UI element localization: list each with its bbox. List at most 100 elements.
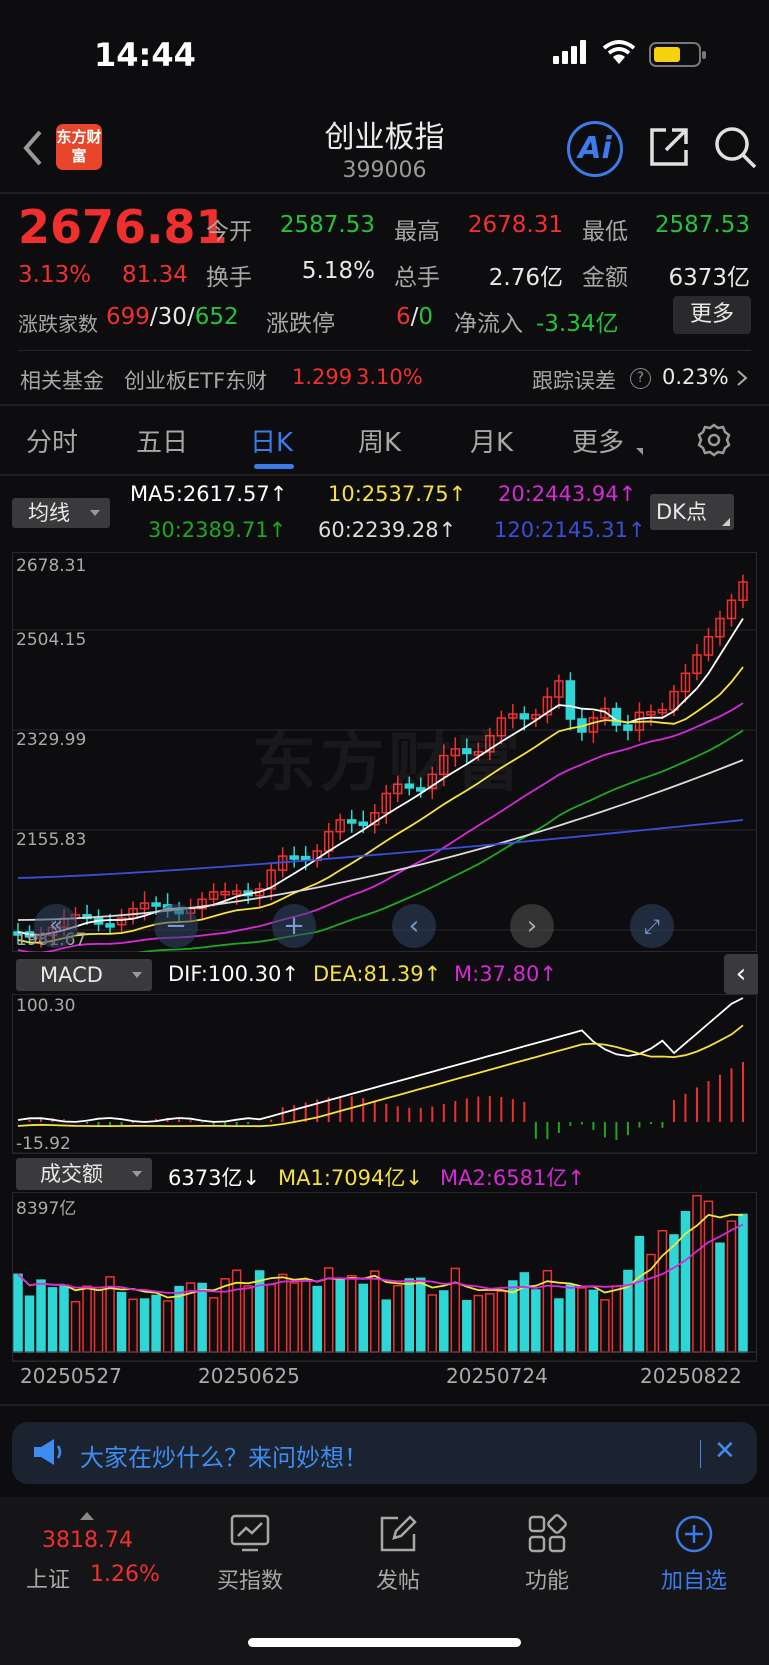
ma-selector-label: 均线 (28, 501, 70, 525)
settings-icon[interactable] (696, 422, 732, 458)
down-arrow-icon: ↓ (242, 1166, 261, 1190)
volume-bar (393, 1284, 403, 1353)
divider (700, 1440, 701, 1468)
help-icon[interactable]: ? (630, 368, 651, 389)
volume-bar (485, 1293, 495, 1353)
divider (18, 350, 751, 351)
nav-functions[interactable]: 功能 (487, 1563, 607, 1595)
date-label: 20250527 (20, 1364, 122, 1388)
open-label: 今开 (206, 219, 252, 245)
ma-selector[interactable]: 均线 (12, 498, 110, 528)
tab-more[interactable]: 更多 (572, 422, 624, 459)
more-button[interactable]: 更多 (673, 296, 751, 334)
ma30-text: 30:2389.71 (148, 518, 269, 542)
ai-button[interactable]: Ai (567, 121, 623, 177)
macd-selector-label: MACD (40, 963, 103, 987)
m-value: M:37.80↑ (454, 962, 557, 986)
scroll-left-button[interactable]: ‹ (392, 904, 436, 948)
zoom-in-button[interactable]: + (272, 904, 316, 948)
divider (0, 404, 769, 406)
up-arrow-icon: ↑ (628, 518, 646, 542)
volume-bar (300, 1279, 311, 1353)
volume-bar (312, 1285, 322, 1353)
edit-post-icon[interactable] (378, 1514, 418, 1554)
candle-body (358, 821, 368, 827)
volume-bar (36, 1279, 46, 1353)
related-fund-row[interactable]: 相关基金 创业板ETF东财 1.299 3.10% 跟踪误差 ? 0.23% (0, 355, 769, 401)
volume-bar (634, 1235, 645, 1353)
index-name[interactable]: 上证 (26, 1562, 70, 1594)
macd-selector[interactable]: MACD (16, 959, 152, 991)
nav-add-watchlist[interactable]: 加自选 (634, 1563, 754, 1595)
nav-buy-index[interactable]: 买指数 (190, 1563, 310, 1595)
functions-grid-icon[interactable] (527, 1514, 567, 1554)
add-circle-icon[interactable] (674, 1514, 714, 1554)
volume-selector-label: 成交额 (40, 1162, 103, 1186)
candle-body (346, 819, 357, 824)
volume-bar (427, 1294, 438, 1353)
flat-count: 30 (157, 304, 187, 330)
share-icon[interactable] (646, 124, 692, 170)
ma5-value: MA5:2617.57↑ (130, 482, 287, 506)
breadth-values: 699/30/652 (106, 304, 239, 330)
search-icon[interactable] (712, 124, 758, 170)
signal-icon (553, 40, 589, 64)
dif-value: DIF:100.30↑ (168, 962, 299, 986)
collapse-panel-button[interactable]: ‹ (724, 954, 758, 994)
ma20-text: 20:2443.94 (498, 482, 619, 506)
tab-daily-k[interactable]: 日K (250, 422, 293, 459)
megaphone-icon (34, 1439, 62, 1465)
volume-bar (13, 1273, 23, 1353)
date-label: 20250822 (640, 1364, 742, 1388)
chart-border (12, 994, 757, 1154)
turnover-label: 换手 (206, 265, 252, 291)
volume-bar (220, 1278, 230, 1353)
volume-bar (266, 1283, 276, 1353)
corner-icon (722, 518, 730, 526)
index-pct[interactable]: 1.26% (90, 1562, 160, 1587)
ma60-text: 60:2239.28 (318, 518, 439, 542)
volume-selector[interactable]: 成交额 (16, 1158, 152, 1190)
volume-bar (726, 1220, 737, 1353)
fund-pct: 3.10% (356, 365, 423, 389)
scroll-left-fast-button[interactable]: « (34, 904, 78, 948)
netflow-label: 净流入 (454, 311, 523, 337)
limit-up-count: 6 (396, 304, 411, 330)
volume-bar (496, 1290, 507, 1353)
limit-down-count: 0 (418, 304, 434, 330)
scroll-right-button[interactable]: › (510, 904, 554, 948)
dk-point-button[interactable]: DK点 (650, 494, 734, 530)
up-arrow-icon: ↑ (539, 962, 557, 986)
fullscreen-button[interactable]: ⤢ (630, 904, 674, 948)
volume-chart[interactable] (12, 1192, 757, 1362)
tab-intraday[interactable]: 分时 (26, 422, 78, 459)
volume-bar (657, 1230, 668, 1353)
divider (0, 1404, 769, 1406)
volume-bar (577, 1287, 587, 1353)
dea-text: DEA:81.39 (313, 962, 424, 986)
fund-label: 相关基金 (20, 369, 104, 393)
nav-post[interactable]: 发帖 (338, 1563, 458, 1595)
close-icon[interactable]: ✕ (714, 1436, 736, 1466)
macd-chart[interactable] (12, 994, 757, 1154)
change-value: 81.34 (122, 262, 188, 288)
volume-bar (323, 1267, 334, 1353)
zoom-out-button[interactable]: − (154, 904, 198, 948)
tab-monthly-k[interactable]: 月K (470, 422, 513, 459)
volume-bar (404, 1278, 415, 1353)
up-arrow-icon: ↑ (448, 482, 467, 506)
volume-bar (416, 1277, 426, 1353)
m-text: M:37.80 (454, 962, 540, 986)
ma10-text: 10:2537.75 (328, 482, 449, 506)
volume-ma1-line (17, 1213, 744, 1299)
caret-icon (636, 448, 643, 455)
chart-trend-icon[interactable] (230, 1514, 270, 1552)
candle-body (105, 923, 115, 928)
tab-weekly-k[interactable]: 周K (358, 422, 401, 459)
volume-bar (462, 1300, 472, 1353)
candle-body (289, 855, 299, 860)
down-count: 652 (194, 304, 239, 330)
ask-text[interactable]: 大家在炒什么？来问妙想！ (80, 1438, 368, 1473)
tab-five-day[interactable]: 五日 (136, 422, 188, 459)
index-price[interactable]: 3818.74 (42, 1528, 133, 1553)
